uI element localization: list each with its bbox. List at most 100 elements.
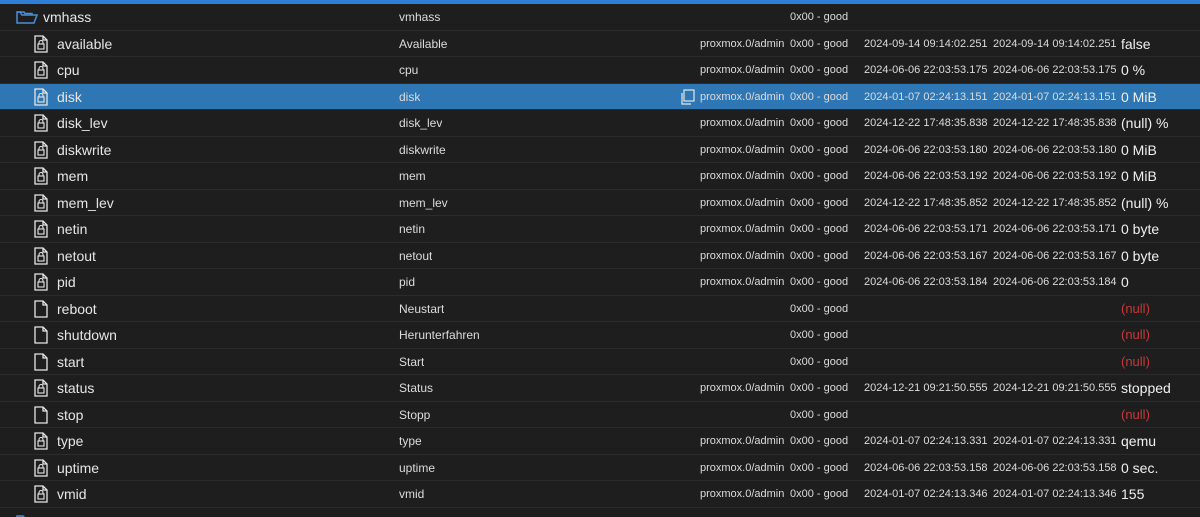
- state-value[interactable]: (null) %: [1121, 110, 1168, 136]
- state-value[interactable]: 0 byte: [1121, 243, 1159, 269]
- state-last-change: 2024-01-07 02:24:13.346: [993, 488, 1117, 500]
- state-label: mem: [399, 169, 426, 183]
- state-row-mem[interactable]: mem mem proxmox.0/admin 0x00 - good 2024-06-…: [0, 163, 1200, 190]
- state-value[interactable]: 155: [1121, 481, 1144, 507]
- state-last-change: 2024-06-06 22:03:53.171: [993, 223, 1117, 235]
- state-name: cpu: [57, 62, 80, 78]
- state-name: stop: [57, 406, 84, 423]
- state-quality: 0x00 - good: [790, 355, 849, 368]
- state-quality: 0x00 - good: [790, 249, 849, 262]
- state-timestamp: 2024-06-06 22:03:53.192: [864, 170, 988, 182]
- state-value[interactable]: 0 MiB: [1121, 84, 1157, 110]
- state-timestamp: 2024-09-14 09:14:02.251: [864, 37, 988, 50]
- state-name: mem_lev: [57, 194, 114, 211]
- folder-icon[interactable]: [16, 513, 38, 517]
- state-row-type[interactable]: type type proxmox.0/admin 0x00 - good 2024-0…: [0, 428, 1200, 455]
- state-value[interactable]: qemu: [1121, 428, 1156, 454]
- state-timestamp: 2024-01-07 02:24:13.151: [864, 90, 988, 103]
- state-file-icon[interactable]: [32, 273, 50, 291]
- state-label: netin: [399, 222, 426, 236]
- state-timestamp: 2024-12-22 17:48:35.838: [864, 117, 988, 129]
- state-row-stop[interactable]: stop Stopp 0x00 - good (null): [0, 402, 1200, 428]
- state-row-mem_lev[interactable]: mem_lev mem_lev proxmox.0/admin 0x00 - good…: [0, 190, 1200, 216]
- state-row-disk[interactable]: disk disk proxmox.0/admin 0x00 - good 2024-0…: [0, 83, 1200, 110]
- state-row-disk_lev[interactable]: disk_lev disk_lev proxmox.0/admin 0x00 - go…: [0, 110, 1200, 137]
- folder-row-next-partial[interactable]: [0, 508, 1200, 517]
- state-timestamp: 2024-01-07 02:24:13.346: [864, 488, 988, 500]
- state-label: disk_lev: [399, 116, 443, 130]
- state-value[interactable]: 0 MiB: [1121, 163, 1157, 189]
- state-row-shutdown[interactable]: shutdown Herunterfahren 0x00 - good (null): [0, 322, 1200, 349]
- state-value[interactable]: stopped: [1121, 375, 1171, 401]
- state-row-start[interactable]: start Start 0x00 - good (null): [0, 349, 1200, 375]
- state-value[interactable]: (null) %: [1121, 190, 1168, 216]
- state-user: proxmox.0/admin: [700, 117, 785, 129]
- folder-open-icon[interactable]: [16, 9, 38, 25]
- state-file-icon[interactable]: [32, 246, 50, 265]
- state-value[interactable]: 0: [1121, 269, 1129, 295]
- state-row-diskwrite[interactable]: diskwrite diskwrite proxmox.0/admin 0x00 - …: [0, 137, 1200, 163]
- state-file-icon[interactable]: [32, 114, 50, 132]
- state-label: Neustart: [399, 301, 445, 316]
- state-row-reboot[interactable]: reboot Neustart 0x00 - good (null): [0, 296, 1200, 322]
- folder-row-vmhass[interactable]: vmhass vmhass 0x00 - good: [0, 4, 1200, 31]
- state-file-icon[interactable]: [32, 485, 50, 503]
- state-value[interactable]: (null): [1121, 296, 1150, 322]
- state-row-status[interactable]: status Status proxmox.0/admin 0x00 - good 20…: [0, 375, 1200, 402]
- state-user: proxmox.0/admin: [700, 37, 785, 50]
- state-user: proxmox.0/admin: [700, 170, 785, 182]
- state-last-change: 2024-12-21 09:21:50.555: [993, 382, 1117, 394]
- state-last-change: 2024-06-06 22:03:53.180: [993, 143, 1117, 156]
- state-file-icon[interactable]: [32, 61, 50, 79]
- state-name: start: [57, 353, 85, 370]
- state-file-icon[interactable]: [32, 140, 50, 159]
- state-row-pid[interactable]: pid pid proxmox.0/admin 0x00 - good 2024-06-…: [0, 269, 1200, 296]
- state-quality: 0x00 - good: [790, 196, 849, 209]
- state-row-cpu[interactable]: cpu cpu proxmox.0/admin 0x00 - good 2024-06-…: [0, 57, 1200, 84]
- state-row-vmid[interactable]: vmid vmid proxmox.0/admin 0x00 - good 2024-0…: [0, 481, 1200, 508]
- button-file-icon[interactable]: [32, 299, 50, 318]
- state-file-icon[interactable]: [32, 193, 50, 212]
- state-file-icon[interactable]: [32, 87, 50, 106]
- state-row-available[interactable]: available Available proxmox.0/admin 0x00 - …: [0, 31, 1200, 57]
- state-quality: 0x00 - good: [790, 461, 849, 474]
- state-value[interactable]: 0 MiB: [1121, 137, 1157, 163]
- state-last-change: 2024-12-22 17:48:35.838: [993, 117, 1117, 129]
- state-row-netin[interactable]: netin netin proxmox.0/admin 0x00 - good 2024…: [0, 216, 1200, 243]
- state-value[interactable]: (null): [1121, 349, 1150, 375]
- state-user: proxmox.0/admin: [700, 223, 785, 235]
- state-value[interactable]: false: [1121, 31, 1151, 57]
- state-file-icon[interactable]: [32, 220, 50, 238]
- state-value[interactable]: (null): [1121, 402, 1150, 428]
- state-user: proxmox.0/admin: [700, 196, 785, 209]
- state-file-icon[interactable]: [32, 432, 50, 450]
- state-label: type: [399, 434, 422, 448]
- state-value[interactable]: 0 byte: [1121, 216, 1159, 242]
- button-file-icon[interactable]: [32, 405, 50, 424]
- state-value[interactable]: (null): [1121, 322, 1150, 348]
- state-last-change: 2024-12-22 17:48:35.852: [993, 196, 1117, 209]
- folder-name: vmhass: [43, 9, 92, 25]
- copy-icon[interactable]: [680, 88, 695, 105]
- state-label: Stopp: [399, 407, 431, 422]
- button-file-icon[interactable]: [32, 352, 50, 371]
- state-user: proxmox.0/admin: [700, 276, 785, 288]
- state-value[interactable]: 0 sec.: [1121, 455, 1158, 481]
- state-value[interactable]: 0 %: [1121, 57, 1145, 83]
- state-file-icon[interactable]: [32, 379, 50, 397]
- state-timestamp: 2024-01-07 02:24:13.331: [864, 435, 988, 447]
- state-label: uptime: [399, 460, 436, 475]
- state-name: netout: [57, 247, 96, 264]
- state-quality: 0x00 - good: [790, 223, 849, 235]
- state-file-icon[interactable]: [32, 167, 50, 185]
- state-file-icon[interactable]: [32, 458, 50, 477]
- state-file-icon[interactable]: [32, 34, 50, 53]
- state-timestamp: 2024-06-06 22:03:53.171: [864, 223, 988, 235]
- state-row-netout[interactable]: netout netout proxmox.0/admin 0x00 - good 20…: [0, 243, 1200, 269]
- state-user: proxmox.0/admin: [700, 488, 785, 500]
- state-last-change: 2024-06-06 22:03:53.184: [993, 276, 1117, 288]
- button-file-icon[interactable]: [32, 326, 50, 344]
- state-last-change: 2024-06-06 22:03:53.192: [993, 170, 1117, 182]
- state-row-uptime[interactable]: uptime uptime proxmox.0/admin 0x00 - good 20…: [0, 455, 1200, 481]
- folder-label: vmhass: [399, 10, 441, 24]
